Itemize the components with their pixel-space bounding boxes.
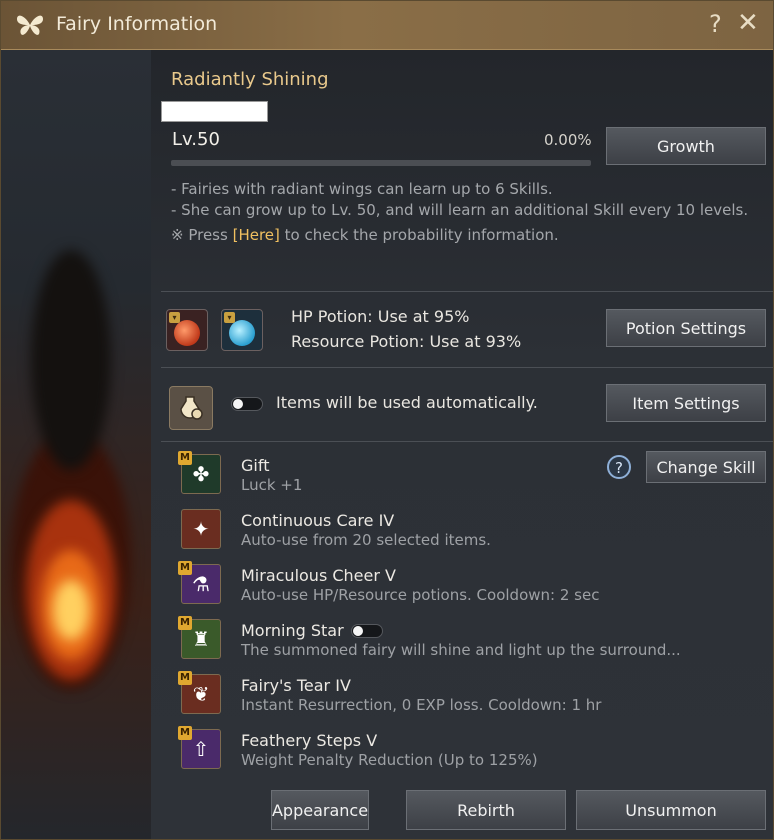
skill-name: Continuous Care IV xyxy=(241,511,395,530)
toggle-knob xyxy=(233,399,243,409)
fairy-info-panel: Radiantly Shining Lv.50 0.00% Growth - F… xyxy=(151,50,773,839)
skill-description: Weight Penalty Reduction (Up to 125%) xyxy=(241,751,538,769)
skill-description: Luck +1 xyxy=(241,476,303,494)
skill-description: Instant Resurrection, 0 EXP loss. Cooldo… xyxy=(241,696,602,714)
potion-settings-button[interactable]: Potion Settings xyxy=(606,309,766,347)
butterfly-icon xyxy=(17,15,43,35)
skill-row[interactable]: ⚗ M Miraculous Cheer V Auto-use HP/Resource… xyxy=(178,561,621,614)
skill-row[interactable]: ✤ M Gift Luck +1 xyxy=(178,451,621,504)
morning-star-toggle[interactable] xyxy=(351,624,383,638)
skill-row[interactable]: ⇧ M Feathery Steps V Weight Penalty Reducti… xyxy=(178,726,621,779)
fairy-name: Radiantly Shining xyxy=(171,69,329,90)
change-skill-button[interactable]: Change Skill xyxy=(646,451,766,483)
item-bag-icon[interactable] xyxy=(169,386,213,430)
mastery-badge: M xyxy=(178,561,192,575)
info-line-growth: - She can grow up to Lv. 50, and will le… xyxy=(171,201,749,219)
skill-description: Auto-use HP/Resource potions. Cooldown: … xyxy=(241,586,600,604)
fairy-level: Lv.50 xyxy=(172,129,220,150)
toggle-knob xyxy=(353,626,363,636)
auto-use-text: Items will be used automatically. xyxy=(276,393,538,412)
exp-percent: 0.00% xyxy=(544,131,592,149)
skill-name: Miraculous Cheer V xyxy=(241,566,396,585)
appearance-button[interactable]: Appearance xyxy=(271,790,369,830)
unsummon-button[interactable]: Unsummon xyxy=(576,790,766,830)
skill-row[interactable]: ✦ Continuous Care IV Auto-use from 20 sele… xyxy=(181,509,621,559)
probability-prefix: ※ Press xyxy=(171,226,233,244)
resource-potion-slot[interactable]: ▾ xyxy=(221,309,263,351)
item-settings-button[interactable]: Item Settings xyxy=(606,384,766,422)
info-line-skills: - Fairies with radiant wings can learn u… xyxy=(171,180,553,198)
slot-badge-icon: ▾ xyxy=(169,312,180,323)
redacted-field xyxy=(161,101,268,122)
resource-potion-setting: Resource Potion: Use at 93% xyxy=(291,332,522,351)
auto-use-toggle[interactable] xyxy=(231,397,263,411)
skill-name: Gift xyxy=(241,456,270,475)
exp-progress-bar xyxy=(171,160,591,166)
help-icon[interactable]: ? xyxy=(709,10,722,38)
divider xyxy=(161,367,773,368)
title-bar[interactable]: Fairy Information ? ✕ xyxy=(1,1,773,50)
fairy-side-artwork xyxy=(1,50,151,839)
skill-description: Auto-use from 20 selected items. xyxy=(241,531,491,549)
mastery-badge: M xyxy=(178,451,192,465)
mastery-badge: M xyxy=(178,616,192,630)
close-icon[interactable]: ✕ xyxy=(737,8,759,38)
skill-name: Feathery Steps V xyxy=(241,731,378,750)
skill-row[interactable]: ❦ M Fairy's Tear IV Instant Resurrection, 0… xyxy=(178,671,621,724)
hp-potion-setting: HP Potion: Use at 95% xyxy=(291,307,470,326)
hp-potion-slot[interactable]: ▾ xyxy=(166,309,208,351)
skill-description: The summoned fairy will shine and light … xyxy=(241,641,681,659)
resource-potion-icon xyxy=(229,320,255,346)
mastery-badge: M xyxy=(178,726,192,740)
skill-row[interactable]: ♜ M Morning Star The summoned fairy will sh… xyxy=(178,616,681,669)
mastery-badge: M xyxy=(178,671,192,685)
probability-suffix: to check the probability information. xyxy=(279,226,559,244)
growth-button[interactable]: Growth xyxy=(606,127,766,165)
skill-name: Morning Star xyxy=(241,621,344,640)
probability-link[interactable]: [Here] xyxy=(233,226,280,244)
fairy-information-window: Fairy Information ? ✕ Radiantly Shining … xyxy=(0,0,774,840)
rebirth-button[interactable]: Rebirth xyxy=(406,790,566,830)
divider xyxy=(161,291,773,292)
fairy-icon: ✦ xyxy=(181,509,221,549)
skill-name: Fairy's Tear IV xyxy=(241,676,351,695)
slot-badge-icon: ▾ xyxy=(224,312,235,323)
window-title: Fairy Information xyxy=(56,13,218,35)
divider xyxy=(161,441,773,442)
info-line-probability: ※ Press [Here] to check the probability … xyxy=(171,226,559,244)
hp-potion-icon xyxy=(174,320,200,346)
